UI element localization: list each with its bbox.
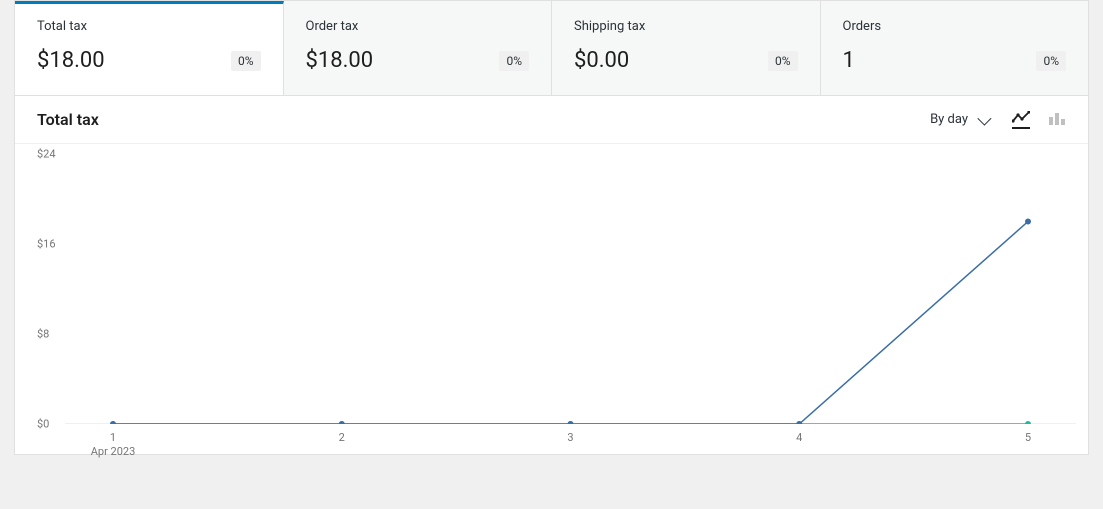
card-value: 1 (843, 48, 855, 73)
interval-select[interactable]: By day (930, 112, 988, 127)
summary-cards: Total tax $18.00 0% Order tax $18.00 0% … (15, 1, 1088, 96)
card-total-tax[interactable]: Total tax $18.00 0% (15, 1, 284, 95)
card-shipping-tax[interactable]: Shipping tax $0.00 0% (552, 1, 821, 95)
card-value: $0.00 (574, 48, 629, 73)
card-delta: 0% (1036, 51, 1066, 71)
card-value: $18.00 (37, 48, 105, 73)
y-tick: $24 (37, 148, 56, 161)
card-value: $18.00 (306, 48, 374, 73)
bar-chart-icon[interactable] (1048, 111, 1066, 129)
x-tick: 1 (110, 431, 116, 444)
card-label: Total tax (37, 19, 261, 34)
card-delta: 0% (499, 51, 529, 71)
line-chart-icon[interactable] (1012, 111, 1030, 129)
chart-title: Total tax (37, 110, 99, 129)
x-sublabel: Apr 2023 (91, 445, 136, 458)
card-delta: 0% (768, 51, 798, 71)
x-tick: 5 (1025, 431, 1031, 444)
chart-area: $24 $16 $8 $0 1 2 3 4 5 Apr 2023 (15, 144, 1088, 454)
card-delta: 0% (231, 51, 261, 71)
y-tick: $16 (37, 238, 56, 251)
card-label: Orders (843, 19, 1067, 34)
card-label: Shipping tax (574, 19, 798, 34)
card-order-tax[interactable]: Order tax $18.00 0% (284, 1, 553, 95)
plot (65, 154, 1076, 424)
interval-label: By day (930, 112, 968, 127)
x-tick: 4 (796, 431, 802, 444)
y-tick: $8 (37, 328, 49, 341)
chart-header: Total tax By day (15, 96, 1088, 144)
y-tick: $0 (37, 418, 49, 431)
x-tick: 2 (339, 431, 345, 444)
card-label: Order tax (306, 19, 530, 34)
x-tick: 3 (567, 431, 573, 444)
card-orders[interactable]: Orders 1 0% (821, 1, 1089, 95)
chevron-down-icon (977, 111, 991, 125)
